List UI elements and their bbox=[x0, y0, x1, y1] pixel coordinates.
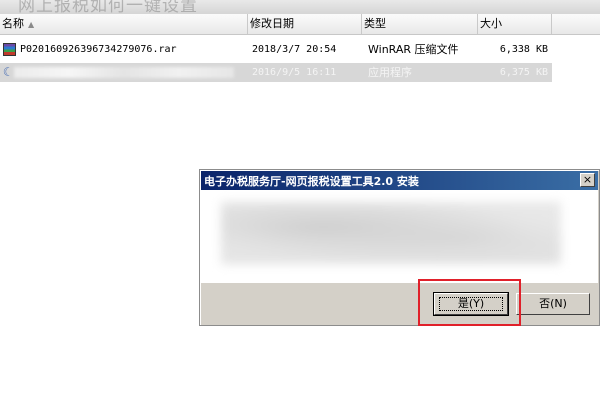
file-date: 2018/3/7 20:54 bbox=[252, 44, 337, 55]
file-row[interactable]: P020160926396734279076.rar 2018/3/7 20:5… bbox=[0, 40, 552, 59]
no-button[interactable]: 否(N) bbox=[516, 293, 590, 315]
blurred-message bbox=[221, 202, 561, 264]
blurred-file-name bbox=[14, 67, 234, 78]
application-icon: ☾ bbox=[3, 65, 11, 79]
file-size: 6,375 KB bbox=[499, 67, 548, 78]
column-header: 名称 ▲ 修改日期 类型 大小 bbox=[0, 14, 600, 35]
red-highlight-annotation bbox=[418, 279, 521, 326]
close-button[interactable]: × bbox=[580, 173, 595, 187]
dialog-titlebar[interactable]: 电子办税服务厅-网页报税设置工具2.0 安装 × bbox=[201, 171, 598, 190]
dialog-title: 电子办税服务厅-网页报税设置工具2.0 安装 bbox=[204, 175, 419, 188]
column-size-header[interactable]: 大小 bbox=[478, 14, 552, 34]
file-type: WinRAR 压缩文件 bbox=[368, 43, 459, 56]
page-banner: 网上报税如何一键设置 bbox=[0, 0, 600, 14]
dialog-message-area bbox=[201, 190, 598, 283]
file-type: 应用程序 bbox=[368, 66, 412, 79]
file-date: 2016/9/5 16:11 bbox=[252, 67, 337, 78]
column-type-header[interactable]: 类型 bbox=[362, 14, 478, 34]
column-date-header[interactable]: 修改日期 bbox=[248, 14, 362, 34]
file-size: 6,338 KB bbox=[499, 44, 548, 55]
install-dialog: 电子办税服务厅-网页报税设置工具2.0 安装 × 是(Y) 否(N) bbox=[199, 169, 600, 326]
sort-ascending-icon: ▲ bbox=[28, 20, 35, 29]
column-name-header[interactable]: 名称 ▲ bbox=[0, 14, 248, 34]
rar-archive-icon bbox=[3, 43, 16, 56]
page-title-partial: 网上报税如何一键设置 bbox=[18, 0, 198, 14]
file-row-selected[interactable]: ☾ 2016/9/5 16:11 应用程序 6,375 KB bbox=[0, 63, 552, 82]
file-name: P020160926396734279076.rar bbox=[20, 44, 177, 55]
